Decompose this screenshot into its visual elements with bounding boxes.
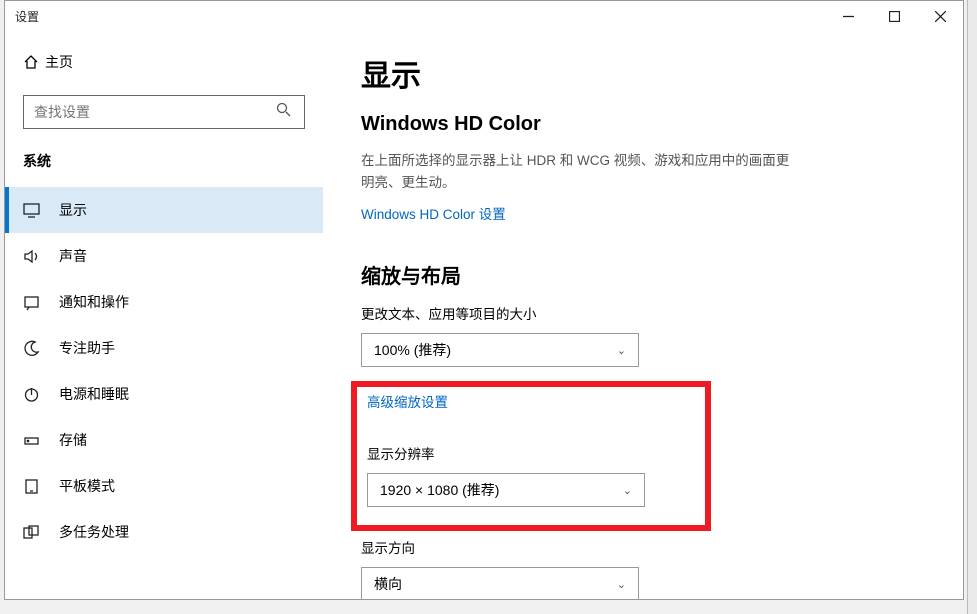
storage-icon xyxy=(23,432,59,449)
moon-icon xyxy=(23,340,59,357)
resolution-label: 显示分辨率 xyxy=(367,443,687,463)
sound-icon xyxy=(23,248,59,265)
search-input-wrapper[interactable] xyxy=(23,95,305,129)
sidebar-item-focus-assist[interactable]: 专注助手 xyxy=(5,325,323,371)
close-button[interactable] xyxy=(917,1,963,31)
sidebar-item-label: 多任务处理 xyxy=(59,522,129,542)
sidebar-item-label: 电源和睡眠 xyxy=(59,384,129,404)
monitor-icon xyxy=(23,202,59,219)
orientation-label: 显示方向 xyxy=(361,537,925,557)
sidebar-item-label: 存储 xyxy=(59,430,87,450)
home-label: 主页 xyxy=(45,52,73,72)
sidebar-item-display[interactable]: 显示 xyxy=(5,187,323,233)
chevron-down-icon: ⌄ xyxy=(617,344,626,357)
page-title: 显示 xyxy=(361,51,925,95)
home-link[interactable]: 主页 xyxy=(23,43,305,81)
sidebar-item-label: 显示 xyxy=(59,200,87,220)
hd-color-heading: Windows HD Color xyxy=(361,113,925,136)
hd-color-settings-link[interactable]: Windows HD Color 设置 xyxy=(361,203,506,223)
window-body: 主页 系统 显示 声音 xyxy=(5,31,963,599)
sidebar-item-label: 声音 xyxy=(59,246,87,266)
resolution-combo-value: 1920 × 1080 (推荐) xyxy=(380,480,499,500)
home-icon xyxy=(23,54,45,70)
sidebar-top: 主页 xyxy=(5,31,323,129)
sidebar-item-sound[interactable]: 声音 xyxy=(5,233,323,279)
background-edge xyxy=(967,0,977,614)
nav-list: 显示 声音 通知和操作 专注助手 电源和睡眠 xyxy=(5,187,323,555)
search-icon xyxy=(276,102,294,122)
scale-combo-value: 100% (推荐) xyxy=(374,340,451,360)
settings-window: 设置 主页 系统 xyxy=(4,0,964,600)
chevron-down-icon: ⌄ xyxy=(623,484,632,497)
chevron-down-icon: ⌄ xyxy=(617,578,626,591)
scale-layout-section: 缩放与布局 更改文本、应用等项目的大小 100% (推荐) ⌄ 高级缩放设置 显… xyxy=(361,260,925,599)
sidebar-item-power-sleep[interactable]: 电源和睡眠 xyxy=(5,371,323,417)
maximize-button[interactable] xyxy=(871,1,917,31)
sidebar-item-label: 平板模式 xyxy=(59,476,115,496)
window-title: 设置 xyxy=(15,8,39,25)
sidebar: 主页 系统 显示 声音 xyxy=(5,31,323,599)
sidebar-section-title: 系统 xyxy=(5,129,323,183)
sidebar-item-storage[interactable]: 存储 xyxy=(5,417,323,463)
tablet-icon xyxy=(23,478,59,495)
sidebar-item-tablet-mode[interactable]: 平板模式 xyxy=(5,463,323,509)
sidebar-item-label: 通知和操作 xyxy=(59,292,129,312)
sidebar-item-multitasking[interactable]: 多任务处理 xyxy=(5,509,323,555)
resolution-combo[interactable]: 1920 × 1080 (推荐) ⌄ xyxy=(367,473,645,507)
hd-color-description: 在上面所选择的显示器上让 HDR 和 WCG 视频、游戏和应用中的画面更明亮、更… xyxy=(361,150,791,193)
orientation-combo-value: 横向 xyxy=(374,574,402,594)
window-controls xyxy=(825,1,963,31)
search-input[interactable] xyxy=(34,104,276,120)
scale-label: 更改文本、应用等项目的大小 xyxy=(361,303,925,323)
titlebar: 设置 xyxy=(5,1,963,31)
notifications-icon xyxy=(23,294,59,311)
sidebar-item-label: 专注助手 xyxy=(59,338,115,358)
multitasking-icon xyxy=(23,524,59,541)
scale-layout-heading: 缩放与布局 xyxy=(361,260,925,289)
sidebar-item-notifications[interactable]: 通知和操作 xyxy=(5,279,323,325)
main-content: 显示 Windows HD Color 在上面所选择的显示器上让 HDR 和 W… xyxy=(323,31,963,599)
advanced-scaling-link[interactable]: 高级缩放设置 xyxy=(367,391,448,411)
power-icon xyxy=(23,386,59,403)
orientation-combo[interactable]: 横向 ⌄ xyxy=(361,567,639,599)
scale-combo[interactable]: 100% (推荐) ⌄ xyxy=(361,333,639,367)
resolution-highlight: 高级缩放设置 显示分辨率 1920 × 1080 (推荐) ⌄ xyxy=(351,381,711,531)
minimize-button[interactable] xyxy=(825,1,871,31)
